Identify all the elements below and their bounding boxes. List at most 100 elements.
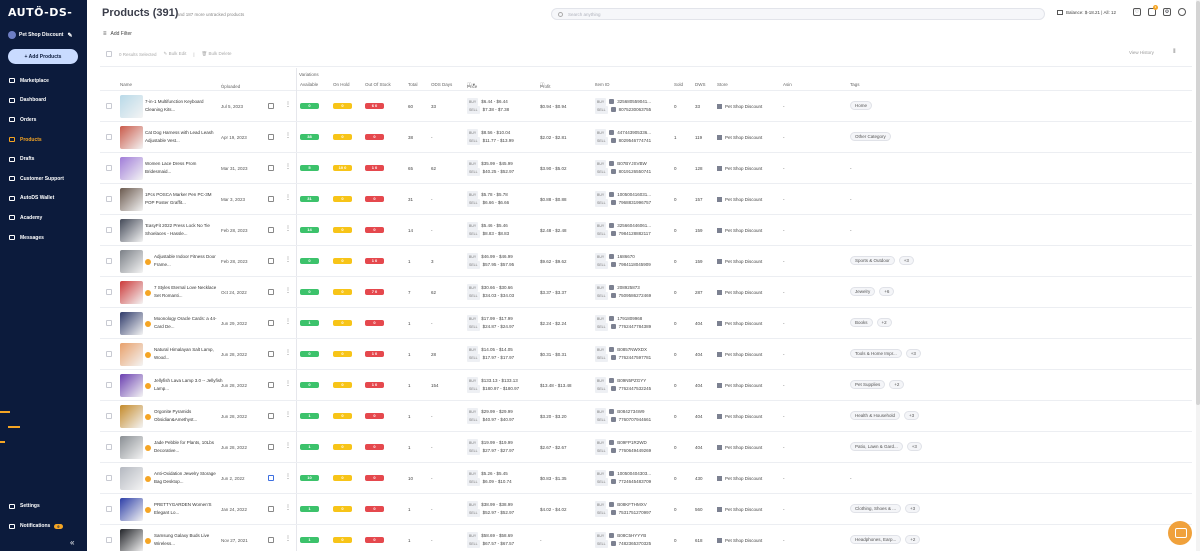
note-icon[interactable] bbox=[268, 382, 274, 388]
product-thumbnail[interactable] bbox=[120, 312, 143, 335]
tag-chip[interactable]: Tools & Home Impr... bbox=[850, 349, 902, 358]
support-chat-button[interactable] bbox=[1168, 521, 1192, 545]
note-icon[interactable] bbox=[268, 506, 274, 512]
more-menu-icon[interactable]: ⋮ bbox=[285, 132, 291, 139]
col-sold[interactable]: Sold bbox=[674, 82, 683, 87]
product-title[interactable]: 1Pcs POSCA Marker Pen PC-3M POP Poster G… bbox=[145, 191, 215, 208]
note-icon[interactable] bbox=[268, 537, 274, 543]
row-checkbox[interactable] bbox=[106, 413, 112, 419]
table-row[interactable]: Adjustable Indoor Fitness Door Frame... F… bbox=[100, 246, 1192, 277]
product-title[interactable]: Jade Pebble for Plants, 10Lbs Decorative… bbox=[154, 439, 224, 456]
store-item-id[interactable]: SELL 7762447784389 bbox=[595, 323, 651, 331]
product-thumbnail[interactable] bbox=[120, 219, 143, 242]
tag-chip[interactable]: +2 bbox=[905, 535, 921, 544]
bulk-delete-button[interactable]: 🗑 Bulk Delete bbox=[202, 51, 232, 57]
warning-icon[interactable] bbox=[145, 352, 151, 358]
sidebar-item-marketplace[interactable]: Marketplace bbox=[0, 71, 87, 91]
store-item-id[interactable]: SELL 8029546774741 bbox=[595, 137, 651, 145]
note-icon[interactable] bbox=[268, 351, 274, 357]
warning-icon[interactable] bbox=[145, 383, 151, 389]
sidebar-item-drafts[interactable]: Drafts bbox=[0, 149, 87, 169]
row-checkbox[interactable] bbox=[106, 320, 112, 326]
sidebar-item-dashboard[interactable]: Dashboard bbox=[0, 91, 87, 111]
product-thumbnail[interactable] bbox=[120, 467, 143, 490]
autods-logo[interactable]: AUTÖ-DS- bbox=[8, 6, 72, 19]
product-title[interactable]: 'EasyFit 2022 Press Lock No Tie Shoelace… bbox=[145, 222, 215, 239]
table-row[interactable]: PRETTYGARDEN Women'S Elegant Lo... Jan 24… bbox=[100, 494, 1192, 525]
product-title[interactable]: 7 Styles Eternal Love Necklace Set Roman… bbox=[154, 284, 224, 301]
edit-pencil-icon[interactable]: ✎ bbox=[67, 32, 72, 39]
col-profit[interactable]: Profit ⓘ bbox=[540, 82, 551, 89]
scrollbar[interactable] bbox=[1196, 0, 1200, 551]
supplier-item-id[interactable]: BUY B09N5PZGYY bbox=[595, 377, 651, 385]
product-thumbnail[interactable] bbox=[120, 529, 143, 551]
product-title[interactable]: Natural Himalayan Salt Lamp, Wood... bbox=[154, 346, 224, 363]
store-item-id[interactable]: SELL 7760707944661 bbox=[595, 416, 651, 424]
supplier-item-id[interactable]: BUY B09FP1R2WD bbox=[595, 439, 651, 447]
col-store[interactable]: Store bbox=[717, 82, 728, 87]
sidebar-item-autods-wallet[interactable]: AutoDS Wallet bbox=[0, 189, 87, 209]
tag-chip[interactable]: Clothing, Shoes & ... bbox=[850, 504, 902, 513]
note-icon[interactable] bbox=[268, 475, 274, 481]
col-uploaded[interactable]: Uploaded ↓ bbox=[221, 82, 240, 89]
scrollbar-thumb[interactable] bbox=[1196, 1, 1200, 405]
sidebar-item-settings[interactable]: Settings bbox=[0, 496, 87, 516]
tag-chip[interactable]: Other Category bbox=[850, 132, 891, 141]
supplier-item-id[interactable]: BUY 325680559041... bbox=[595, 98, 651, 106]
supplier-item-id[interactable]: BUY 100500416031... bbox=[595, 191, 651, 199]
warning-icon[interactable] bbox=[145, 290, 151, 296]
sidebar-item-academy[interactable]: Academy bbox=[0, 208, 87, 228]
store-item-id[interactable]: SELL 7968831996757 bbox=[595, 199, 651, 207]
tag-chip[interactable]: +2 bbox=[876, 318, 892, 327]
product-thumbnail[interactable] bbox=[120, 343, 143, 366]
supplier-item-id[interactable]: BUY B08C5HYYYB bbox=[595, 532, 651, 540]
sidebar-item-customer-support[interactable]: Customer Support bbox=[0, 169, 87, 189]
supplier-item-id[interactable]: BUY 208925873 bbox=[595, 284, 651, 292]
store-item-id[interactable]: SELL 7762447532245 bbox=[595, 385, 651, 393]
supplier-item-id[interactable]: BUY B07BYJSVBW bbox=[595, 160, 651, 168]
row-checkbox[interactable] bbox=[106, 444, 112, 450]
product-title[interactable]: PRETTYGARDEN Women'S Elegant Lo... bbox=[154, 501, 224, 518]
supplier-item-id[interactable]: BUY B08KFTHMXV bbox=[595, 501, 651, 509]
tag-chip[interactable]: Headphones, Earp... bbox=[850, 535, 902, 544]
table-row[interactable]: Samsung Galaxy Buds Live Wireless... Nov … bbox=[100, 525, 1192, 551]
note-icon[interactable] bbox=[268, 258, 274, 264]
tag-chip[interactable]: +3 bbox=[906, 442, 922, 451]
store-item-id[interactable]: SELL 7724645483709 bbox=[595, 478, 651, 486]
col-name[interactable]: Name bbox=[120, 82, 132, 87]
more-menu-icon[interactable]: ⋮ bbox=[285, 194, 291, 201]
table-row[interactable]: 7-in-1 Multifunction Keyboard Cleaning K… bbox=[100, 91, 1192, 122]
store-item-id[interactable]: SELL 7531751270997 bbox=[595, 509, 651, 517]
col-ods-days[interactable]: ODS Days bbox=[431, 82, 452, 87]
gear-icon[interactable]: ⚙ bbox=[1163, 8, 1171, 16]
col-available[interactable]: Available bbox=[300, 82, 318, 87]
table-row[interactable]: 7 Styles Eternal Love Necklace Set Roman… bbox=[100, 277, 1192, 308]
warning-icon[interactable] bbox=[145, 321, 151, 327]
warning-icon[interactable] bbox=[145, 445, 151, 451]
more-menu-icon[interactable]: ⋮ bbox=[285, 411, 291, 418]
product-thumbnail[interactable] bbox=[120, 436, 143, 459]
note-icon[interactable] bbox=[268, 134, 274, 140]
note-icon[interactable] bbox=[268, 103, 274, 109]
product-title[interactable]: Women Lace Dress Prom Bridesmaid... bbox=[145, 160, 215, 177]
store-item-id[interactable]: SELL 7984128882117 bbox=[595, 230, 651, 238]
store-item-id[interactable]: SELL 8075230063755 bbox=[595, 106, 651, 114]
balance-display[interactable]: Balance: $-18.21 | All: 12 bbox=[1057, 10, 1116, 15]
note-icon[interactable] bbox=[268, 289, 274, 295]
table-row[interactable]: Women Lace Dress Prom Bridesmaid... Mar 3… bbox=[100, 153, 1192, 184]
add-products-button[interactable]: + Add Products bbox=[8, 49, 78, 64]
tag-chip[interactable]: Sports & Outdoor bbox=[850, 256, 895, 265]
table-row[interactable]: 'EasyFit 2022 Press Lock No Tie Shoelace… bbox=[100, 215, 1192, 246]
heart-icon[interactable]: ♡ bbox=[1133, 8, 1141, 16]
product-title[interactable]: Cat Dog Harness with Lead Leash Adjustab… bbox=[145, 129, 215, 146]
table-row[interactable]: Jade Pebble for Plants, 10Lbs Decorative… bbox=[100, 432, 1192, 463]
table-row[interactable]: Orgonite Pyramids Obsidian&Amethyst... Ju… bbox=[100, 401, 1192, 432]
store-item-id[interactable]: SELL 7762447597781 bbox=[595, 354, 651, 362]
row-checkbox[interactable] bbox=[106, 382, 112, 388]
more-menu-icon[interactable]: ⋮ bbox=[285, 349, 291, 356]
table-row[interactable]: Anti-Oxidation Jewelry Storage Bag Deskt… bbox=[100, 463, 1192, 494]
more-menu-icon[interactable]: ⋮ bbox=[285, 504, 291, 511]
table-row[interactable]: Cat Dog Harness with Lead Leash Adjustab… bbox=[100, 122, 1192, 153]
tag-chip[interactable]: Patio, Lawn & Gard... bbox=[850, 442, 903, 451]
warning-icon[interactable] bbox=[145, 476, 151, 482]
